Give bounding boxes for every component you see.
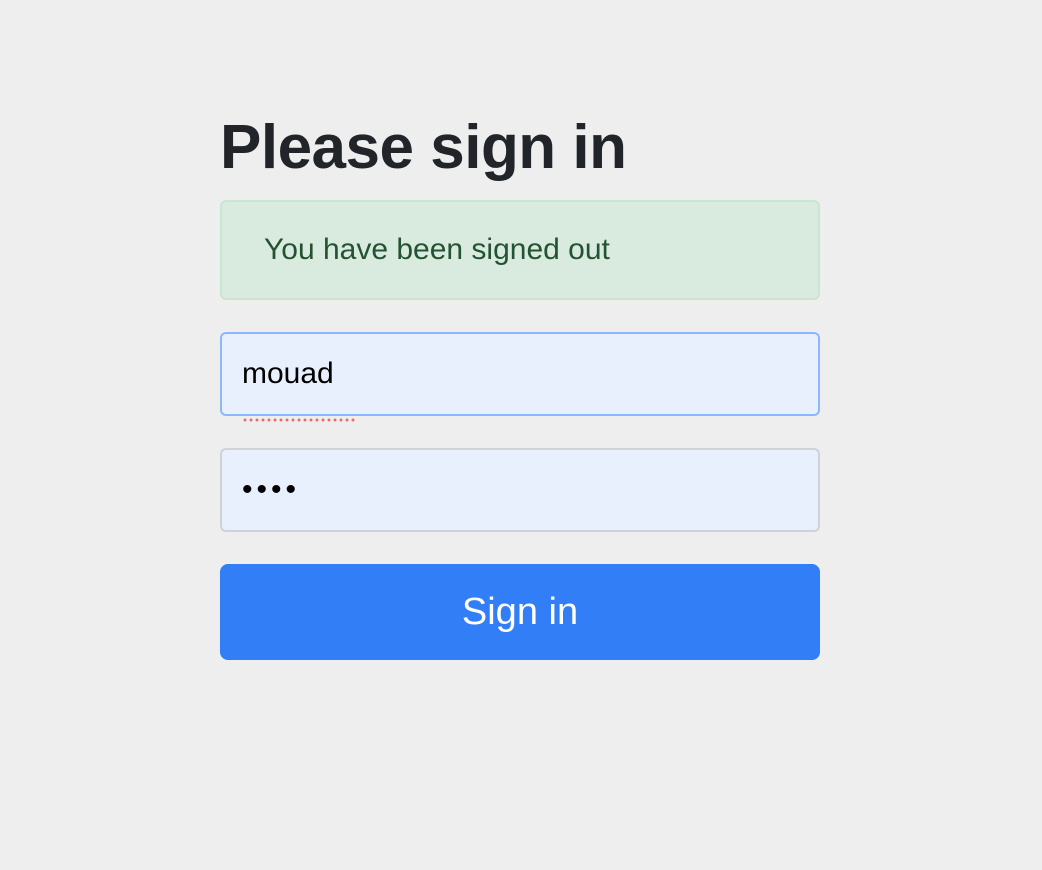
page-title: Please sign in <box>220 113 627 182</box>
username-input[interactable] <box>220 332 820 416</box>
username-container <box>220 332 820 422</box>
sign-in-form: Please sign in You have been signed out … <box>220 106 820 660</box>
password-input[interactable] <box>220 448 820 532</box>
sign-in-button[interactable]: Sign in <box>220 564 820 660</box>
spellcheck-underline <box>242 418 356 422</box>
signed-out-alert: You have been signed out <box>220 200 820 300</box>
sign-in-page: Please sign in You have been signed out … <box>0 0 1042 870</box>
